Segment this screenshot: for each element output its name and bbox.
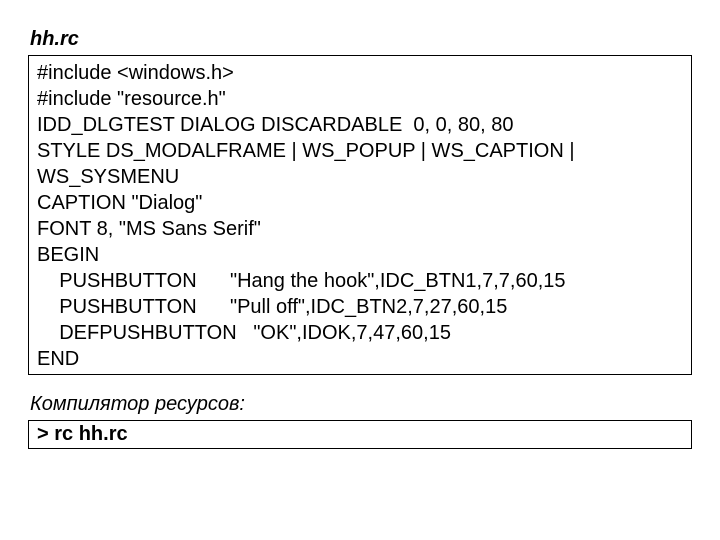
- resource-code-block: #include <windows.h> #include "resource.…: [28, 55, 692, 375]
- compiler-command: > rc hh.rc: [28, 420, 692, 449]
- file-name-label: hh.rc: [30, 28, 692, 51]
- compiler-caption: Компилятор ресурсов:: [30, 393, 692, 416]
